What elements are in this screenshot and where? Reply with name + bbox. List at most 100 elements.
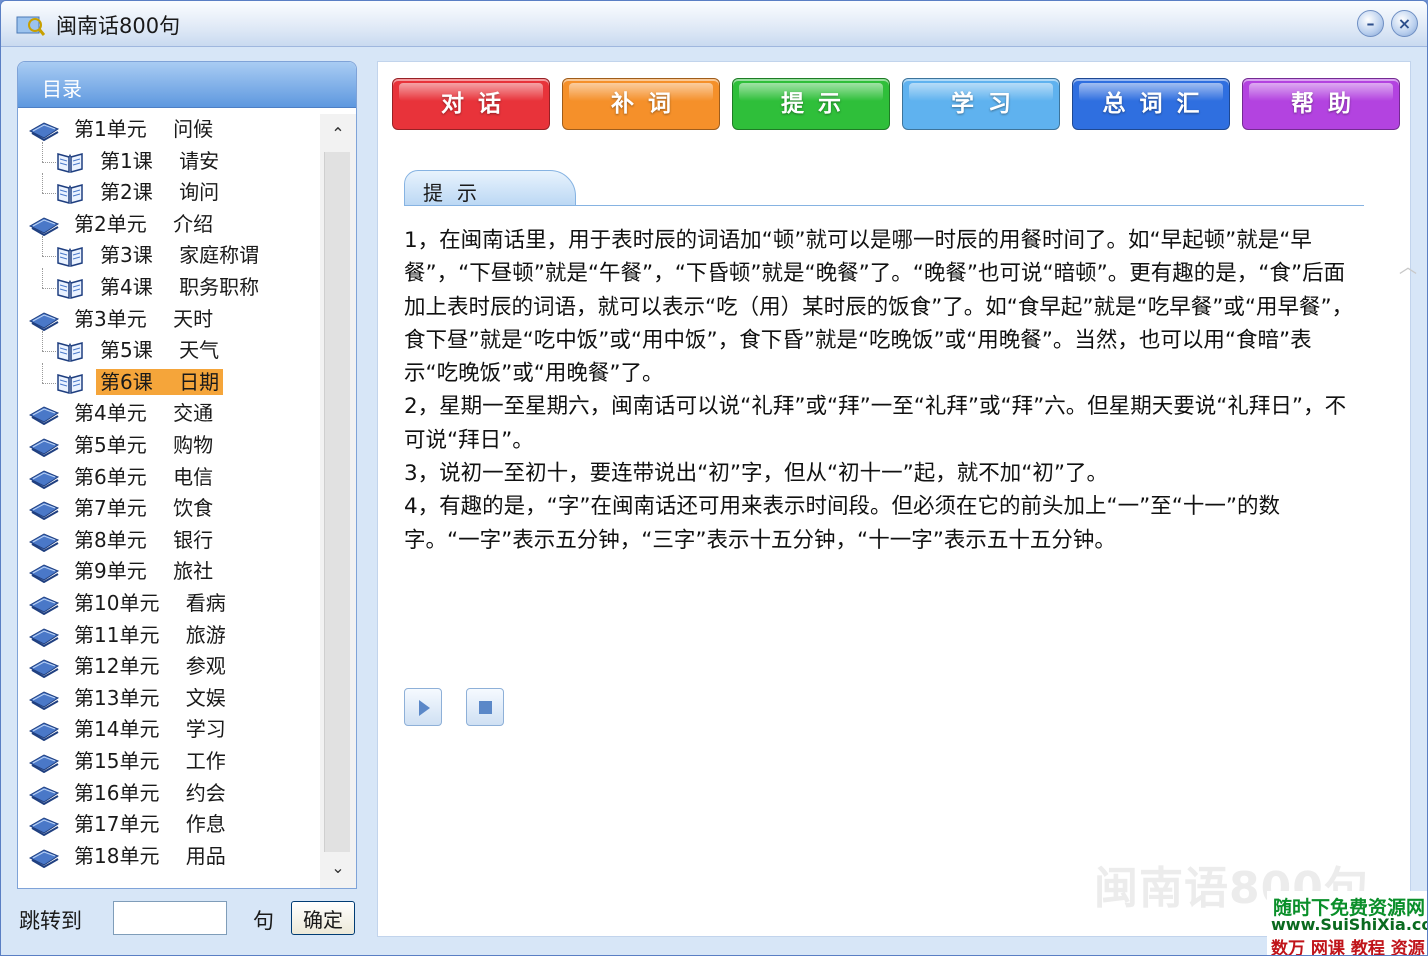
closed-book-icon xyxy=(28,783,60,805)
tree-item-label: 第18单元 用品 xyxy=(74,843,226,868)
catalog-panel: 目录 第1单元 问候第1课 请安 第2课 询问第2单元 介绍第3课 家庭称谓 第4课… xyxy=(17,61,357,889)
tree-item-label: 第2课 询问 xyxy=(100,180,220,205)
confirm-button[interactable]: 确定 xyxy=(291,901,355,935)
tab-1[interactable]: 补词 xyxy=(562,78,720,130)
badge-line: 数万 网课 教程 资源 xyxy=(1271,939,1425,956)
tree-item-unit[interactable]: 第8单元 银行 xyxy=(18,525,318,555)
tree-item-label: 第8单元 银行 xyxy=(74,527,214,552)
tree-connector xyxy=(42,268,43,288)
closed-book-icon xyxy=(28,656,60,679)
tree-item-label: 第17单元 作息 xyxy=(74,812,226,837)
tree-item-label: 第2单元 介绍 xyxy=(74,211,214,236)
tree-connector xyxy=(42,362,43,383)
section-tab: 提示 xyxy=(404,170,576,206)
main-panel: 对话 补词 提示 学习 总词汇 帮助 提示 1，在闽南话里，用于表时辰的词语加“顿”就可以… xyxy=(377,61,1417,937)
close-button[interactable]: × xyxy=(1391,10,1418,37)
tree-item-lesson[interactable]: 第6课 日期 xyxy=(18,362,318,397)
tree-item-label: 第14单元 学习 xyxy=(74,717,226,742)
app-icon xyxy=(16,16,45,36)
tree-item-label: 第6课 日期 xyxy=(96,368,224,395)
closed-book-icon xyxy=(28,751,60,774)
closed-book-icon xyxy=(28,814,60,837)
content-area: 提示 1，在闽南话里，用于表时辰的词语加“顿”就可以是哪一时辰的用餐时间了。如“… xyxy=(396,148,1417,928)
play-button[interactable] xyxy=(404,688,442,726)
tree-item-unit[interactable]: 第13单元 文娱 xyxy=(18,683,318,713)
tab-0[interactable]: 对话 xyxy=(392,78,550,130)
scroll-thumb[interactable] xyxy=(324,152,350,852)
minimize-button[interactable]: – xyxy=(1357,10,1384,37)
tree-item-unit[interactable]: 第1单元 问候 xyxy=(18,114,318,144)
tree-item-label: 第6单元 电信 xyxy=(74,464,214,489)
open-book-icon xyxy=(56,276,84,300)
tree-item-lesson[interactable]: 第3课 家庭称谓 xyxy=(18,236,318,270)
scroll-up-arrow-icon[interactable]: ⌃ xyxy=(326,120,350,148)
tree-item-label: 第4单元 交通 xyxy=(74,401,214,426)
tree-item-label: 第9单元 旅社 xyxy=(74,559,214,584)
tree-item-unit[interactable]: 第3单元 天时 xyxy=(18,304,318,334)
open-book-icon xyxy=(56,339,84,363)
tree-item-unit[interactable]: 第16单元 约会 xyxy=(18,778,318,808)
tree-item-label: 第3课 家庭称谓 xyxy=(100,243,260,268)
tree-item-unit[interactable]: 第14单元 学习 xyxy=(18,714,318,744)
app-window: 闽南话800句 – × 目录 第1单元 问候第1课 请安 第2课 询问第2单元 介… xyxy=(0,0,1428,956)
closed-book-icon xyxy=(28,498,60,521)
tree-item-label: 第10单元 看病 xyxy=(74,591,226,615)
content-scroll-up-icon[interactable]: ︿ xyxy=(1396,256,1420,280)
tree-item-label: 第5单元 购物 xyxy=(74,433,214,457)
tree-connector xyxy=(42,351,56,353)
tree-item-label: 第11单元 旅游 xyxy=(74,622,226,647)
site-badge: 随时下免费资源网 www.SuiShiXia.com 数万 网课 教程 资源 xyxy=(1267,891,1427,956)
jump-input[interactable] xyxy=(113,901,227,935)
closed-book-icon xyxy=(28,719,60,742)
tree-connector xyxy=(42,173,43,194)
stop-button[interactable] xyxy=(466,688,504,726)
tree-item-unit[interactable]: 第4单元 交通 xyxy=(18,398,318,428)
title-bar: 闽南话800句 – × xyxy=(1,1,1427,47)
closed-book-icon xyxy=(28,530,60,552)
closed-book-icon xyxy=(28,688,60,710)
window-title: 闽南话800句 xyxy=(56,14,181,38)
closed-book-icon xyxy=(28,214,60,236)
tree-item-unit[interactable]: 第5单元 购物 xyxy=(18,430,318,460)
closed-book-icon xyxy=(28,403,60,426)
closed-book-icon xyxy=(28,561,60,584)
tree-item-label: 第3单元 天时 xyxy=(74,306,214,331)
open-book-icon xyxy=(56,244,84,268)
tree-item-lesson[interactable]: 第1课 请安 xyxy=(18,141,318,176)
tree-item-unit[interactable]: 第17单元 作息 xyxy=(18,809,318,839)
tree-item-unit[interactable]: 第6单元 电信 xyxy=(18,462,318,492)
tab-4[interactable]: 总词汇 xyxy=(1072,78,1230,130)
tree-item-lesson[interactable]: 第5课 天气 xyxy=(18,331,318,365)
tree-item-unit[interactable]: 第10单元 看病 xyxy=(18,588,318,618)
closed-book-icon xyxy=(28,593,60,616)
minimize-icon: – xyxy=(1366,14,1375,33)
tree-item-unit[interactable]: 第18单元 用品 xyxy=(18,841,318,871)
jump-label: 跳转到 xyxy=(19,909,82,933)
closed-book-icon xyxy=(28,119,60,142)
closed-book-icon xyxy=(28,467,60,489)
tree-item-lesson[interactable]: 第2课 询问 xyxy=(18,173,318,207)
tree-item-unit[interactable]: 第15单元 工作 xyxy=(18,746,318,776)
tree-scrollbar[interactable]: ⌃ ⌄ xyxy=(320,114,356,888)
tip-text: 1，在闽南话里，用于表时辰的词语加“顿”就可以是哪一时辰的用餐时间了。如“早起顿… xyxy=(404,224,1354,557)
tree-item-unit[interactable]: 第7单元 饮食 xyxy=(18,493,318,523)
catalog-header: 目录 xyxy=(18,62,356,108)
tree-item-unit[interactable]: 第11单元 旅游 xyxy=(18,620,318,650)
tab-3[interactable]: 学习 xyxy=(902,78,1060,130)
scroll-down-arrow-icon[interactable]: ⌄ xyxy=(326,854,350,882)
tree-connector xyxy=(42,288,56,289)
tab-2[interactable]: 提示 xyxy=(732,78,890,130)
tree-item-unit[interactable]: 第2单元 介绍 xyxy=(18,209,318,239)
tree-item-unit[interactable]: 第9单元 旅社 xyxy=(18,556,318,586)
tree-item-lesson[interactable]: 第4课 职务职称 xyxy=(18,268,318,302)
tab-5[interactable]: 帮助 xyxy=(1242,78,1400,130)
tree-item-unit[interactable]: 第12单元 参观 xyxy=(18,651,318,681)
tree-item-label: 第1课 请安 xyxy=(100,148,220,173)
tree-item-label: 第15单元 工作 xyxy=(74,749,226,773)
tree-item-label: 第1单元 问候 xyxy=(74,117,214,141)
closed-book-icon xyxy=(28,846,60,868)
tree-connector xyxy=(42,193,56,195)
close-icon: × xyxy=(1397,14,1412,33)
badge-line: www.SuiShiXia.com xyxy=(1271,915,1427,934)
tree-connector xyxy=(42,382,56,384)
